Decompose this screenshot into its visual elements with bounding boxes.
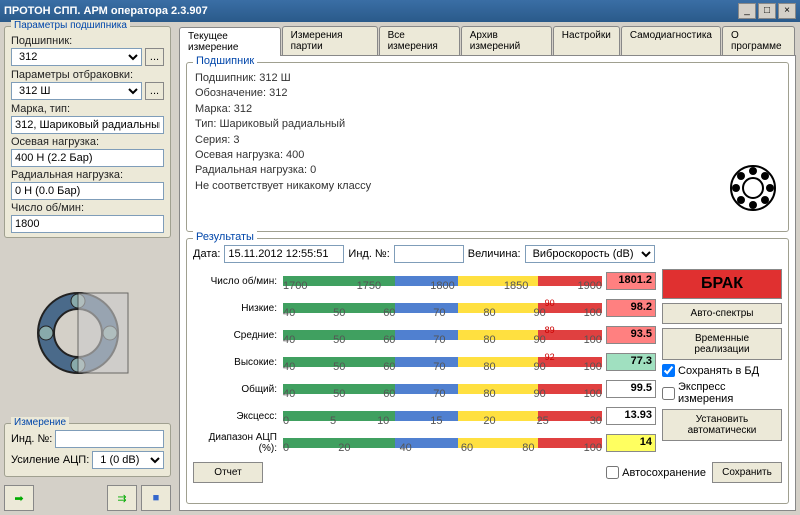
val-select[interactable]: Виброскорость (dB) xyxy=(525,245,655,263)
res-ind-input[interactable] xyxy=(394,245,464,263)
ind-input[interactable] xyxy=(55,430,164,448)
stop-icon: ■ xyxy=(153,492,160,504)
date-label: Дата: xyxy=(193,248,220,260)
double-arrow-icon: ⇉ xyxy=(117,492,126,505)
bar-value: 1801.2 xyxy=(606,272,656,290)
save-db-checkbox[interactable]: Сохранять в БД xyxy=(662,364,782,377)
time-realizations-button[interactable]: Временные реализации xyxy=(662,328,782,360)
bearing-select[interactable]: 312 xyxy=(11,48,142,66)
res-ind-label: Инд. №: xyxy=(348,248,389,260)
bar-track: 020406080100 xyxy=(283,433,602,453)
bar-track: 92405060708090100 xyxy=(283,352,602,372)
bar-value: 77.3 xyxy=(606,353,656,371)
bearing-info-line: Тип: Шариковый радиальный xyxy=(195,117,780,132)
rpm-input[interactable] xyxy=(11,215,164,233)
bar-label: Низкие: xyxy=(193,303,283,314)
measurement-title: Измерение xyxy=(11,417,69,428)
result-bar-5: Эксцесс:05101520253013.93 xyxy=(193,404,656,428)
bar-label: Диапазон АЦП (%): xyxy=(193,432,283,454)
bearing-params-title: Параметры подшипника xyxy=(11,20,130,31)
bearing-browse-button[interactable]: ... xyxy=(145,48,164,66)
tab-4[interactable]: Настройки xyxy=(553,26,620,55)
bearing-info-line: Подшипник: 312 Ш xyxy=(195,71,780,86)
bearing-info-line: Не соответствует никакому классу xyxy=(195,179,780,194)
radial-label: Радиальная нагрузка: xyxy=(11,169,164,181)
result-bar-3: Высокие:9240506070809010077.3 xyxy=(193,350,656,374)
bar-label: Эксцесс: xyxy=(193,411,283,422)
measurement-group: Измерение Инд. №: Усиление АЦП:1 (0 dB) xyxy=(4,423,171,477)
bar-track: 051015202530 xyxy=(283,406,602,426)
result-bar-6: Диапазон АЦП (%):02040608010014 xyxy=(193,431,656,455)
bearing-params-group: Параметры подшипника Подшипник: 312... П… xyxy=(4,26,171,238)
bearing-info-title: Подшипник xyxy=(193,56,257,67)
tab-0[interactable]: Текущее измерение xyxy=(179,27,281,56)
set-auto-button[interactable]: Установить автоматически xyxy=(662,409,782,441)
bar-label: Общий: xyxy=(193,384,283,395)
brand-label: Марка, тип: xyxy=(11,103,164,115)
bar-label: Средние: xyxy=(193,330,283,341)
culling-browse-button[interactable]: ... xyxy=(145,82,164,100)
ind-label: Инд. №: xyxy=(11,433,52,445)
tab-2[interactable]: Все измерения xyxy=(379,26,460,55)
gain-select[interactable]: 1 (0 dB) xyxy=(92,451,164,469)
bearing-info-line: Осевая нагрузка: 400 xyxy=(195,148,780,163)
bearing-label: Подшипник: xyxy=(11,35,164,47)
bar-track: 405060708090100 xyxy=(283,379,602,399)
bar-track: 90405060708090100 xyxy=(283,298,602,318)
result-bar-4: Общий:40506070809010099.5 xyxy=(193,377,656,401)
bearing-image xyxy=(4,242,171,423)
result-bar-0: Число об/мин:170017501800185019001801.2 xyxy=(193,269,656,293)
val-label: Величина: xyxy=(468,248,521,260)
window-title: ПРОТОН СПП. АРМ оператора 2.3.907 xyxy=(4,5,736,17)
autosave-checkbox[interactable]: Автосохранение xyxy=(606,466,706,479)
culling-label: Параметры отбраковки: xyxy=(11,69,164,81)
result-bar-1: Низкие:9040506070809010098.2 xyxy=(193,296,656,320)
bar-value: 93.5 xyxy=(606,326,656,344)
bearing-small-icon xyxy=(728,163,778,213)
tab-bar: Текущее измерениеИзмерения партииВсе изм… xyxy=(179,26,796,56)
maximize-button[interactable]: □ xyxy=(758,3,776,19)
report-button[interactable]: Отчет xyxy=(193,462,263,483)
bar-value: 99.5 xyxy=(606,380,656,398)
bar-value: 14 xyxy=(606,434,656,452)
prev-button[interactable]: ➡ xyxy=(4,485,34,511)
tab-1[interactable]: Измерения партии xyxy=(282,26,378,55)
tab-5[interactable]: Самодиагностика xyxy=(621,26,721,55)
brand-input[interactable] xyxy=(11,116,164,134)
save-button[interactable]: Сохранить xyxy=(712,462,782,483)
express-checkbox[interactable]: Экспресс измерения xyxy=(662,381,782,405)
titlebar: ПРОТОН СПП. АРМ оператора 2.3.907 _ □ × xyxy=(0,0,800,22)
bar-track: 17001750180018501900 xyxy=(283,271,602,291)
bearing-info-line: Радиальная нагрузка: 0 xyxy=(195,163,780,178)
bar-track: 89405060708090100 xyxy=(283,325,602,345)
bearing-info-box: Подшипник Подшипник: 312 ШОбозначение: 3… xyxy=(186,62,789,232)
bar-value: 98.2 xyxy=(606,299,656,317)
result-bar-2: Средние:8940506070809010093.5 xyxy=(193,323,656,347)
bearing-info-line: Серия: 3 xyxy=(195,133,780,148)
auto-spectra-button[interactable]: Авто-спектры xyxy=(662,303,782,324)
tab-6[interactable]: О программе xyxy=(722,26,795,55)
stop-button[interactable]: ■ xyxy=(141,485,171,511)
culling-select[interactable]: 312 Ш xyxy=(11,82,142,100)
axial-label: Осевая нагрузка: xyxy=(11,136,164,148)
minimize-button[interactable]: _ xyxy=(738,3,756,19)
status-badge: БРАК xyxy=(662,269,782,299)
rpm-label: Число об/мин: xyxy=(11,202,164,214)
gain-label: Усиление АЦП: xyxy=(11,454,89,466)
axial-input[interactable] xyxy=(11,149,164,167)
run-button[interactable]: ⇉ xyxy=(107,485,137,511)
radial-input[interactable] xyxy=(11,182,164,200)
bar-value: 13.93 xyxy=(606,407,656,425)
bearing-info-line: Марка: 312 xyxy=(195,102,780,117)
results-title: Результаты xyxy=(193,231,257,243)
tab-3[interactable]: Архив измерений xyxy=(461,26,552,55)
bearing-info-line: Обозначение: 312 xyxy=(195,86,780,101)
bar-label: Высокие: xyxy=(193,357,283,368)
date-input[interactable] xyxy=(224,245,344,263)
results-box: Результаты Дата: Инд. №: Величина: Вибро… xyxy=(186,238,789,504)
bearing-cutaway-icon xyxy=(28,283,148,383)
arrow-right-icon: ➡ xyxy=(14,492,23,505)
close-button[interactable]: × xyxy=(778,3,796,19)
bar-label: Число об/мин: xyxy=(193,276,283,287)
